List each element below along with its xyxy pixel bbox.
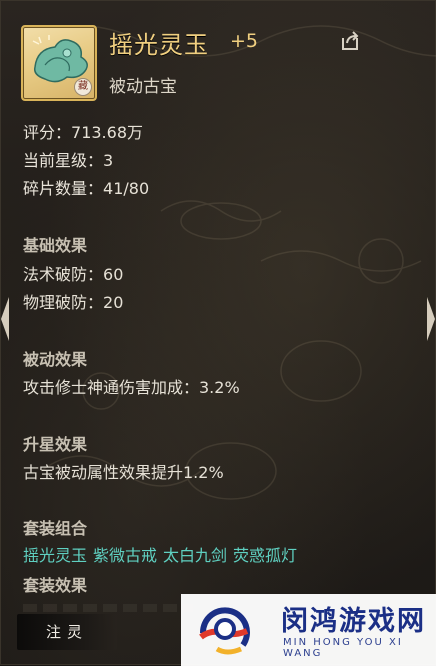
share-icon: [342, 31, 359, 50]
set-item[interactable]: 紫微古戒: [93, 546, 157, 565]
effect-label: 法术破防：: [23, 265, 104, 284]
watermark-logo-icon: [199, 607, 250, 655]
set-item[interactable]: 摇光灵玉: [23, 546, 87, 565]
effect-value: 20: [103, 293, 124, 312]
collection-stamp: 藏: [74, 78, 92, 96]
chevron-right-icon[interactable]: [427, 297, 435, 341]
share-button[interactable]: [338, 29, 362, 53]
effect-label: 物理破防：: [23, 293, 104, 312]
item-icon-frame[interactable]: 藏: [21, 25, 97, 101]
item-detail-panel: 藏 摇光灵玉 +5 被动古宝 评分：713.68万 当前星级：3 碎片数量：41…: [0, 0, 436, 666]
star-row: 当前星级：3: [23, 147, 113, 171]
score-label: 评分：: [23, 123, 72, 142]
fragment-row: 碎片数量：41/80: [23, 175, 149, 199]
star-value: 3: [103, 151, 114, 170]
set-item-list: 摇光灵玉 紫微古戒 太白九剑 荧惑孤灯: [23, 542, 303, 566]
base-effect-row: 物理破防：20: [23, 289, 123, 313]
set-combo-title: 套装组合: [23, 519, 88, 538]
set-item[interactable]: 太白九剑: [163, 546, 227, 565]
site-watermark: 闵鸿游戏网 MIN HONG YOU XI WANG: [181, 594, 436, 666]
score-value: 713.68万: [71, 123, 144, 142]
fragment-label: 碎片数量：: [23, 179, 104, 198]
passive-effect-text: 攻击修士神通伤害加成：3.2%: [23, 378, 240, 397]
effect-value: 60: [103, 265, 124, 284]
fragment-value: 41/80: [103, 179, 150, 198]
score-row: 评分：713.68万: [23, 119, 143, 143]
upgrade-effect-text: 古宝被动属性效果提升1.2%: [23, 463, 224, 482]
upgrade-effect-title: 升星效果: [23, 435, 88, 454]
enhance-level: +5: [230, 30, 259, 52]
set-effect-title: 套装效果: [23, 576, 88, 595]
base-effect-row: 法术破防：60: [23, 261, 123, 285]
watermark-cn: 闵鸿游戏网: [281, 606, 426, 637]
base-effect-title: 基础效果: [23, 236, 88, 255]
chevron-left-icon[interactable]: [1, 297, 9, 341]
set-item[interactable]: 荧惑孤灯: [233, 546, 297, 565]
item-type: 被动古宝: [109, 77, 177, 97]
zhuling-button[interactable]: 注灵: [17, 614, 117, 650]
star-label: 当前星级：: [23, 151, 104, 170]
passive-effect-title: 被动效果: [23, 350, 88, 369]
clipped-text-line: [23, 604, 193, 612]
watermark-en: MIN HONG YOU XI WANG: [283, 637, 403, 659]
item-name: 摇光灵玉: [109, 31, 209, 59]
